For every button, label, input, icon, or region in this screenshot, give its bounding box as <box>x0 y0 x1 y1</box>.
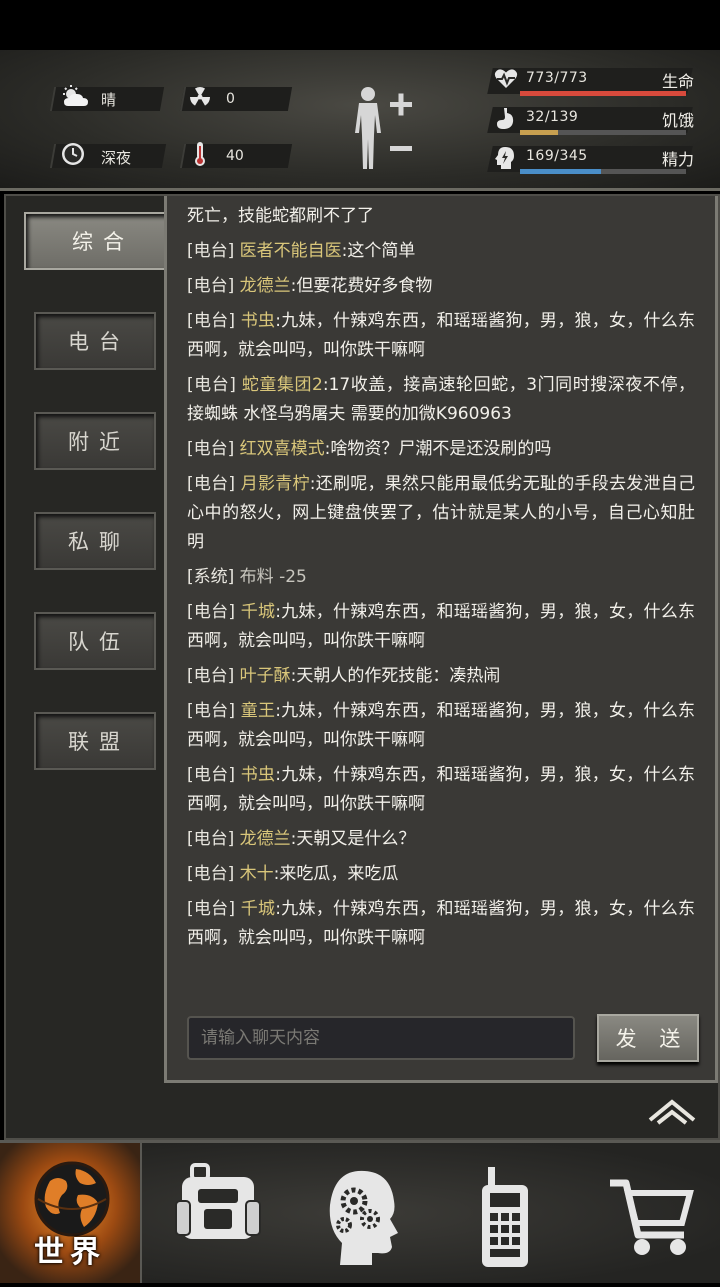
tab-nearby[interactable]: 附近 <box>34 412 156 470</box>
message-author[interactable]: 医者不能自医 <box>240 241 342 261</box>
energy-stat: 169/345 精力 <box>480 144 715 174</box>
chat-message: [电台] 医者不能自医:这个简单 <box>173 237 701 266</box>
chat-message: [电台] 童王:九妹，什辣鸡东西，和瑶瑶酱狗，男，狼，女，什么东西啊，就会叫吗，… <box>173 697 701 755</box>
message-channel-tag: [电台] <box>187 439 235 459</box>
chat-message: 死亡，技能蛇都刷不了了 <box>173 202 701 231</box>
message-text: 死亡，技能蛇都刷不了了 <box>187 206 374 226</box>
tab-radio[interactable]: 电台 <box>34 312 156 370</box>
energy-bar <box>520 169 602 174</box>
tab-general[interactable]: 综合 <box>24 212 174 270</box>
message-channel-tag: [电台] <box>187 829 235 849</box>
chat-message: [电台] 木十:来吃瓜，来吃瓜 <box>173 860 701 889</box>
body-figure-icon <box>355 87 412 169</box>
nav-backpack[interactable] <box>148 1143 288 1283</box>
tab-alliance[interactable]: 联盟 <box>34 712 156 770</box>
radiation-value: 0 <box>226 91 235 107</box>
main-panel: 综合 电台 附近 私聊 队伍 联盟 死亡，技能蛇都刷不了了 [电台] 医者不能自医… <box>4 194 720 1140</box>
time-value: 深夜 <box>101 149 132 167</box>
chat-message: [电台] 红双喜模式:啥物资？尸潮不是还没刷的吗 <box>173 435 701 464</box>
message-author[interactable]: 书虫 <box>241 311 276 331</box>
nav-world[interactable]: 世界 <box>0 1143 142 1283</box>
health-label: 生命 <box>662 72 695 91</box>
nav-radio[interactable] <box>436 1143 576 1283</box>
send-button[interactable]: 发 送 <box>597 1014 699 1062</box>
body-status-button[interactable] <box>350 85 420 171</box>
hunger-bar <box>520 130 559 135</box>
message-text: 布料 -25 <box>239 567 307 587</box>
chat-message: [电台] 书虫:九妹，什辣鸡东西，和瑶瑶酱狗，男，狼，女，什么东西啊，就会叫吗，… <box>173 761 701 819</box>
backpack-icon <box>175 1163 261 1239</box>
message-author[interactable]: 蛇童集团2 <box>242 375 323 395</box>
message-channel-tag: [电台] <box>187 765 236 785</box>
nav-shop[interactable] <box>580 1143 720 1283</box>
message-channel-tag: [电台] <box>187 666 235 686</box>
chat-message: [电台] 叶子酥:天朝人的作死技能：凑热闹 <box>173 662 701 691</box>
message-text: :来吃瓜，来吃瓜 <box>273 864 399 884</box>
chat-panel: 死亡，技能蛇都刷不了了 [电台] 医者不能自医:这个简单 [电台] 龙德兰:但要花费… <box>164 196 718 1083</box>
message-channel-tag: [电台] <box>187 241 235 261</box>
message-channel-tag: [电台] <box>187 701 236 721</box>
message-text: :天朝又是什么？ <box>290 829 416 849</box>
chevron-up-icon <box>648 1099 696 1125</box>
chat-message: [电台] 千城:九妹，什辣鸡东西，和瑶瑶酱狗，男，狼，女，什么东西啊，就会叫吗，… <box>173 598 701 656</box>
chat-message-list[interactable]: 死亡，技能蛇都刷不了了 [电台] 医者不能自医:这个简单 [电台] 龙德兰:但要花费… <box>173 202 701 992</box>
nav-world-label: 世界 <box>34 1235 106 1270</box>
hunger-stat: 32/139 饥饿 <box>480 105 715 135</box>
system-message: [系统] 布料 -25 <box>173 563 701 592</box>
health-value: 773/773 <box>526 70 588 86</box>
status-header: 晴 0 深夜 40 773/773 生命 32/139 饥饿 169/345 精… <box>0 50 720 191</box>
health-stat: 773/773 生命 <box>480 66 715 96</box>
message-author[interactable]: 童王 <box>241 701 276 721</box>
nav-skills[interactable] <box>292 1143 432 1283</box>
chat-message: [电台] 月影青柠:还刷呢，果然只能用最低劣无耻的手段去发泄自己心中的怒火，网上… <box>173 470 701 557</box>
message-author[interactable]: 月影青柠 <box>241 474 310 494</box>
hunger-label: 饥饿 <box>662 111 695 130</box>
sun-cloud-icon <box>60 84 90 114</box>
message-author[interactable]: 龙德兰 <box>240 276 291 296</box>
message-author[interactable]: 木十 <box>240 864 274 884</box>
message-channel-tag: [系统] <box>187 567 235 587</box>
message-channel-tag: [电台] <box>187 311 236 331</box>
stomach-icon <box>494 107 516 136</box>
message-author[interactable]: 红双喜模式 <box>240 439 325 459</box>
hunger-value: 32/139 <box>526 109 579 125</box>
message-author[interactable]: 书虫 <box>241 765 276 785</box>
message-author[interactable]: 龙德兰 <box>240 829 291 849</box>
chat-message: [电台] 龙德兰:天朝又是什么？ <box>173 825 701 854</box>
message-author[interactable]: 千城 <box>241 602 276 622</box>
heart-pulse-icon <box>494 68 518 95</box>
head-gears-icon <box>329 1170 398 1265</box>
message-text: :但要花费好多食物 <box>290 276 433 296</box>
chat-message: [电台] 蛇童集团2:17收盖，接高速轮回蛇，3门同时搜深夜不停，接蜘蛛 水怪乌… <box>173 371 701 429</box>
shopping-cart-icon <box>610 1179 694 1255</box>
message-author[interactable]: 叶子酥 <box>240 666 291 686</box>
message-channel-tag: [电台] <box>187 602 236 622</box>
radiation-icon <box>188 85 212 115</box>
energy-label: 精力 <box>662 150 695 169</box>
tab-private[interactable]: 私聊 <box>34 512 156 570</box>
message-channel-tag: [电台] <box>187 864 235 884</box>
message-text: :这个简单 <box>341 241 416 261</box>
message-channel-tag: [电台] <box>187 899 236 919</box>
walkie-talkie-icon <box>482 1167 528 1267</box>
collapse-button[interactable] <box>646 1096 698 1126</box>
message-channel-tag: [电台] <box>187 276 235 296</box>
weather-value: 晴 <box>101 91 117 109</box>
message-text: :啥物资？尸潮不是还没刷的吗 <box>324 439 552 459</box>
message-author[interactable]: 千城 <box>241 899 276 919</box>
message-channel-tag: [电台] <box>187 375 236 395</box>
clock-icon <box>60 141 86 173</box>
chat-message: [电台] 龙德兰:但要花费好多食物 <box>173 272 701 301</box>
chat-message: [电台] 书虫:九妹，什辣鸡东西，和瑶瑶酱狗，男，狼，女，什么东西啊，就会叫吗，… <box>173 307 701 365</box>
chat-message: [电台] 千城:九妹，什辣鸡东西，和瑶瑶酱狗，男，狼，女，什么东西啊，就会叫吗，… <box>173 895 701 953</box>
thermometer-icon <box>192 140 208 174</box>
energy-value: 169/345 <box>526 148 588 164</box>
head-energy-icon <box>494 146 516 175</box>
message-channel-tag: [电台] <box>187 474 236 494</box>
tab-team[interactable]: 队伍 <box>34 612 156 670</box>
chat-input[interactable] <box>187 1016 575 1060</box>
message-text: :天朝人的作死技能：凑热闹 <box>290 666 501 686</box>
bottom-navigation: 世界 <box>0 1140 720 1283</box>
temperature-value: 40 <box>226 148 244 164</box>
